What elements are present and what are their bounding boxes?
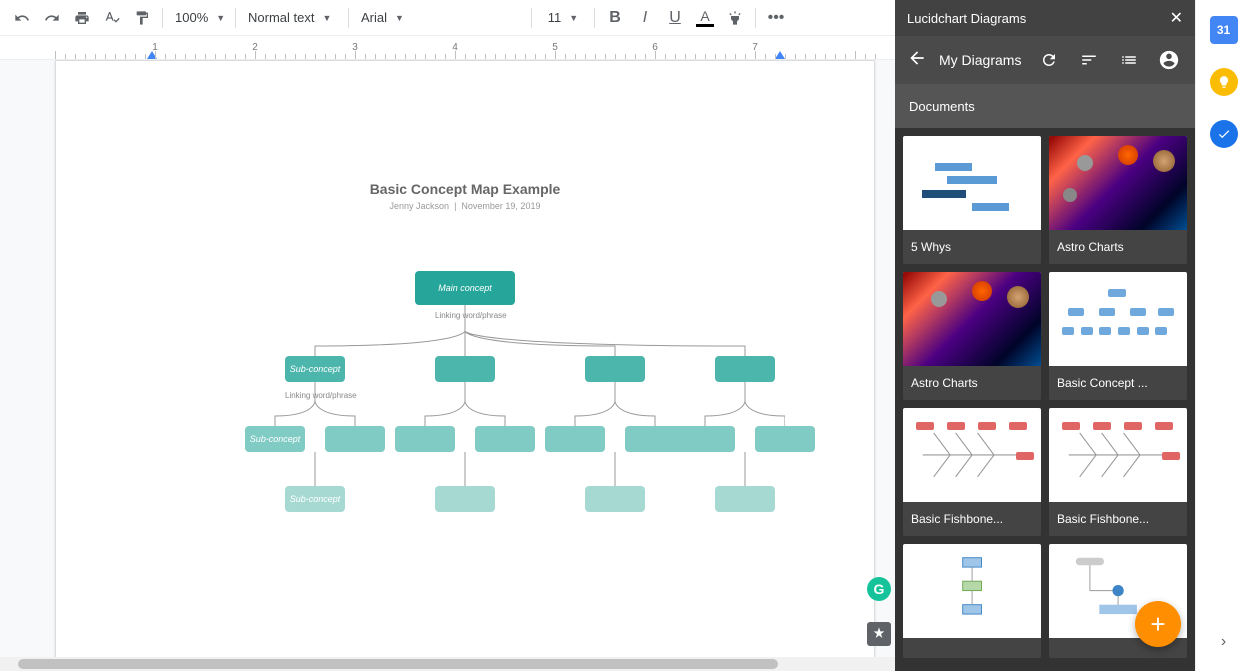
highlight-button[interactable] (721, 4, 749, 32)
list-view-button[interactable] (1115, 46, 1143, 74)
leaf-node (325, 426, 385, 452)
tasks-icon[interactable] (1210, 120, 1238, 148)
text-color-button[interactable]: A (691, 4, 719, 32)
leaf-node (585, 486, 645, 512)
document-card[interactable]: Basic Concept ... (1049, 272, 1187, 400)
paint-format-button[interactable] (128, 4, 156, 32)
right-indent-marker[interactable] (775, 51, 785, 59)
refresh-button[interactable] (1035, 46, 1063, 74)
leaf-node: Sub-concept (285, 486, 345, 512)
spellcheck-button[interactable] (98, 4, 126, 32)
document-card[interactable] (903, 544, 1041, 658)
thumbnail-fishbone (1049, 408, 1187, 502)
account-button[interactable] (1155, 46, 1183, 74)
underline-button[interactable]: U (661, 4, 689, 32)
linking-label: Linking word/phrase (285, 391, 357, 400)
calendar-icon[interactable]: 31 (1210, 16, 1238, 44)
paragraph-style-dropdown[interactable]: Normal text▼ (242, 4, 342, 32)
thumbnail-gantt (903, 136, 1041, 230)
leaf-node (545, 426, 605, 452)
leaf-node (435, 486, 495, 512)
document-area: Basic Concept Map Example Jenny Jackson … (0, 60, 895, 671)
leaf-node (675, 426, 735, 452)
main-concept-node: Main concept (415, 271, 515, 305)
linking-label: Linking word/phrase (435, 311, 507, 320)
document-card[interactable]: Basic Fishbone... (1049, 408, 1187, 536)
document-meta: Jenny Jackson | November 19, 2019 (56, 201, 874, 211)
redo-button[interactable] (38, 4, 66, 32)
document-page[interactable]: Basic Concept Map Example Jenny Jackson … (55, 60, 875, 671)
panel-header: Lucidchart Diagrams ✕ (895, 0, 1195, 36)
documents-grid: 5 Whys Astro Charts (895, 128, 1195, 671)
side-rail: 31 › (1195, 0, 1251, 671)
panel-title: Lucidchart Diagrams (907, 11, 1026, 26)
font-dropdown[interactable]: Arial▼ (355, 4, 525, 32)
thumbnail-space (1049, 136, 1187, 230)
italic-button[interactable]: I (631, 4, 659, 32)
keep-icon[interactable] (1210, 68, 1238, 96)
close-panel-button[interactable]: ✕ (1170, 8, 1183, 28)
thumbnail-space (903, 272, 1041, 366)
sub-concept-node (715, 356, 775, 382)
more-button[interactable]: ••• (762, 4, 790, 32)
lucidchart-panel: Lucidchart Diagrams ✕ My Diagrams Docume… (895, 0, 1195, 671)
back-button[interactable] (907, 48, 927, 73)
thumbnail-fishbone (903, 408, 1041, 502)
leaf-node: Sub-concept (245, 426, 305, 452)
font-size-dropdown[interactable]: 11▼ (538, 4, 588, 32)
nav-title: My Diagrams (939, 52, 1023, 68)
document-title: Basic Concept Map Example (56, 181, 874, 197)
sub-concept-node (585, 356, 645, 382)
expand-rail-button[interactable]: › (1221, 633, 1226, 651)
thumbnail-tree (1049, 272, 1187, 366)
document-card[interactable]: Astro Charts (903, 272, 1041, 400)
section-header: Documents (895, 84, 1195, 128)
leaf-node (475, 426, 535, 452)
sub-concept-node: Sub-concept (285, 356, 345, 382)
leaf-node (715, 486, 775, 512)
print-button[interactable] (68, 4, 96, 32)
bold-button[interactable]: B (601, 4, 629, 32)
sub-concept-node (435, 356, 495, 382)
explore-button[interactable] (867, 622, 891, 646)
zoom-dropdown[interactable]: 100%▼ (169, 4, 229, 32)
panel-nav: My Diagrams (895, 36, 1195, 84)
leaf-node (755, 426, 815, 452)
new-diagram-fab[interactable]: + (1135, 601, 1181, 647)
sort-button[interactable] (1075, 46, 1103, 74)
concept-map-diagram: Main concept Linking word/phrase Sub-con… (145, 271, 785, 591)
undo-button[interactable] (8, 4, 36, 32)
document-card[interactable]: Basic Fishbone... (903, 408, 1041, 536)
horizontal-scrollbar[interactable] (0, 657, 895, 671)
grammarly-icon[interactable]: G (867, 577, 891, 601)
document-card[interactable]: 5 Whys (903, 136, 1041, 264)
leaf-node (395, 426, 455, 452)
document-card[interactable]: Astro Charts (1049, 136, 1187, 264)
thumbnail-flow (903, 544, 1041, 638)
